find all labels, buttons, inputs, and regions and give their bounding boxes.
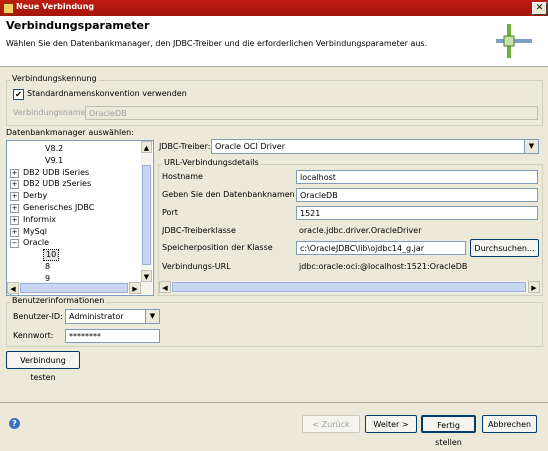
use-default-name-checkbox[interactable]: ✔ bbox=[13, 89, 24, 100]
user-id-label: Benutzer-ID: bbox=[13, 312, 63, 321]
password-label: Kennwort: bbox=[13, 331, 54, 340]
page-title: Verbindungsparameter bbox=[6, 19, 150, 32]
tree-item-label: DB2 UDB zSeries bbox=[23, 179, 92, 189]
jdbc-driver-value: Oracle OCI Driver bbox=[215, 142, 285, 151]
tree-item[interactable]: + Derby bbox=[7, 190, 141, 202]
test-connection-button[interactable]: Verbindung testen bbox=[6, 351, 80, 382]
tree-horizontal-scrollbar[interactable]: ◀ ▶ bbox=[7, 282, 152, 294]
connection-name-label: Verbindungsname: bbox=[13, 108, 89, 117]
class-location-label: Speicherposition der Klasse bbox=[162, 243, 273, 252]
tree-item[interactable]: V9.1 bbox=[7, 155, 141, 167]
user-id-select[interactable]: Administrator ▼ bbox=[65, 309, 160, 324]
connection-plug-icon bbox=[496, 24, 532, 58]
hostname-label: Hostname bbox=[162, 172, 203, 181]
tree-item-label: 10 bbox=[43, 249, 60, 262]
tree-item[interactable]: + MySql bbox=[7, 226, 141, 238]
tree-item-label: 8 bbox=[45, 262, 51, 271]
url-details-pane: Hostname localhost Geben Sie den Datenba… bbox=[159, 166, 540, 281]
tree-item-label: DB2 UDB iSeries bbox=[23, 167, 90, 177]
tree-scroll-thumb[interactable] bbox=[142, 165, 151, 265]
password-field[interactable]: ******** bbox=[65, 329, 160, 343]
page-description: Wählen Sie den Datenbankmanager, den JDB… bbox=[6, 39, 428, 48]
tree-item-label: Derby bbox=[23, 191, 48, 201]
user-id-value: Administrator bbox=[69, 312, 124, 321]
tree-item[interactable]: + DB2 UDB zSeries bbox=[7, 178, 141, 190]
scroll-left-arrow[interactable]: ◀ bbox=[7, 282, 19, 294]
cancel-button[interactable]: Abbrechen bbox=[482, 415, 537, 433]
scroll-right-arrow[interactable]: ▶ bbox=[129, 282, 141, 294]
dbname-label: Geben Sie den Datenbanknamen an bbox=[162, 190, 308, 199]
expand-icon[interactable]: + bbox=[10, 215, 19, 225]
collapse-icon[interactable]: − bbox=[10, 239, 19, 249]
class-location-field[interactable]: c:\OracleJDBC\lib\ojdbc14_g.jar bbox=[296, 241, 466, 255]
tree-item[interactable]: V8.2 bbox=[7, 143, 141, 155]
jdbc-driver-select[interactable]: Oracle OCI Driver ▼ bbox=[211, 139, 539, 154]
browse-button[interactable]: Durchsuchen... bbox=[470, 239, 539, 257]
next-button[interactable]: Weiter > bbox=[365, 415, 417, 433]
connection-name-field[interactable]: OracleDB bbox=[85, 106, 538, 120]
use-default-name-label: Standardnamenskonvention verwenden bbox=[27, 89, 187, 98]
tree-item-label: Oracle bbox=[23, 238, 50, 248]
details-scroll-left-arrow[interactable]: ◀ bbox=[159, 281, 171, 293]
window-icon bbox=[3, 3, 14, 14]
tree-item-label: V8.2 bbox=[45, 144, 64, 153]
tree-item[interactable]: − Oracle bbox=[7, 237, 141, 249]
expand-icon[interactable]: + bbox=[10, 204, 19, 213]
details-scroll-thumb[interactable] bbox=[172, 282, 526, 292]
close-button[interactable]: ✕ bbox=[532, 2, 547, 15]
driver-class-field: oracle.jdbc.driver.OracleDriver bbox=[296, 224, 538, 238]
details-scroll-right-arrow[interactable]: ▶ bbox=[528, 281, 540, 293]
expand-icon[interactable]: + bbox=[10, 180, 19, 190]
tree-item[interactable]: 8 bbox=[7, 261, 141, 273]
title-bar: Neue Verbindung ✕ bbox=[0, 0, 548, 16]
driver-class-label: JDBC-Treiberklasse bbox=[162, 226, 236, 235]
finish-button[interactable]: Fertig stellen bbox=[421, 415, 476, 447]
tree-item-label: Generisches JDBC bbox=[23, 203, 95, 212]
port-field[interactable]: 1521 bbox=[296, 206, 538, 220]
chevron-down-icon[interactable]: ▼ bbox=[145, 310, 159, 323]
scroll-up-arrow[interactable]: ▲ bbox=[141, 141, 152, 153]
db-manager-label: Datenbankmanager auswählen: bbox=[6, 128, 134, 137]
expand-icon[interactable]: + bbox=[10, 192, 19, 202]
connection-id-group-label: Verbindungskennung bbox=[10, 74, 99, 83]
connection-url-field: jdbc:oracle:oci:@localhost:1521:OracleDB bbox=[296, 260, 538, 274]
tree-hscroll-thumb[interactable] bbox=[20, 283, 128, 293]
back-button[interactable]: < Zurück bbox=[302, 415, 360, 433]
dialog-header: Verbindungsparameter Wählen Sie den Date… bbox=[0, 16, 548, 67]
user-info-group-label: Benutzerinformationen bbox=[10, 296, 107, 305]
tree-item-label: Informix bbox=[23, 214, 57, 224]
expand-icon[interactable]: + bbox=[10, 168, 19, 178]
footer-divider bbox=[0, 402, 548, 403]
tree-vertical-scrollbar[interactable]: ▲ ▼ bbox=[141, 141, 152, 282]
port-label: Port bbox=[162, 208, 178, 217]
window-title: Neue Verbindung bbox=[16, 2, 95, 11]
db-manager-tree[interactable]: V8.2 V9.1 + DB2 UDB iSeries + DB2 UDB zSeries… bbox=[6, 140, 154, 296]
help-icon[interactable]: ? bbox=[9, 418, 20, 429]
jdbc-driver-label: JDBC-Treiber: bbox=[159, 142, 211, 151]
details-horizontal-scrollbar[interactable]: ◀ ▶ bbox=[159, 281, 540, 293]
scroll-down-arrow[interactable]: ▼ bbox=[141, 270, 152, 282]
chevron-down-icon[interactable]: ▼ bbox=[524, 140, 538, 153]
tree-item[interactable]: + Informix bbox=[7, 214, 141, 226]
expand-icon[interactable]: + bbox=[10, 227, 19, 237]
tree-item-label: V9.1 bbox=[45, 155, 64, 165]
connection-url-label: Verbindungs-URL bbox=[162, 262, 231, 271]
tree-item[interactable]: 10 bbox=[7, 249, 141, 262]
dbname-field[interactable]: OracleDB bbox=[296, 188, 538, 202]
hostname-field[interactable]: localhost bbox=[296, 170, 538, 184]
tree-item-label: MySql bbox=[23, 226, 48, 236]
tree-item[interactable]: + Generisches JDBC bbox=[7, 202, 141, 214]
tree-item[interactable]: + DB2 UDB iSeries bbox=[7, 167, 141, 179]
